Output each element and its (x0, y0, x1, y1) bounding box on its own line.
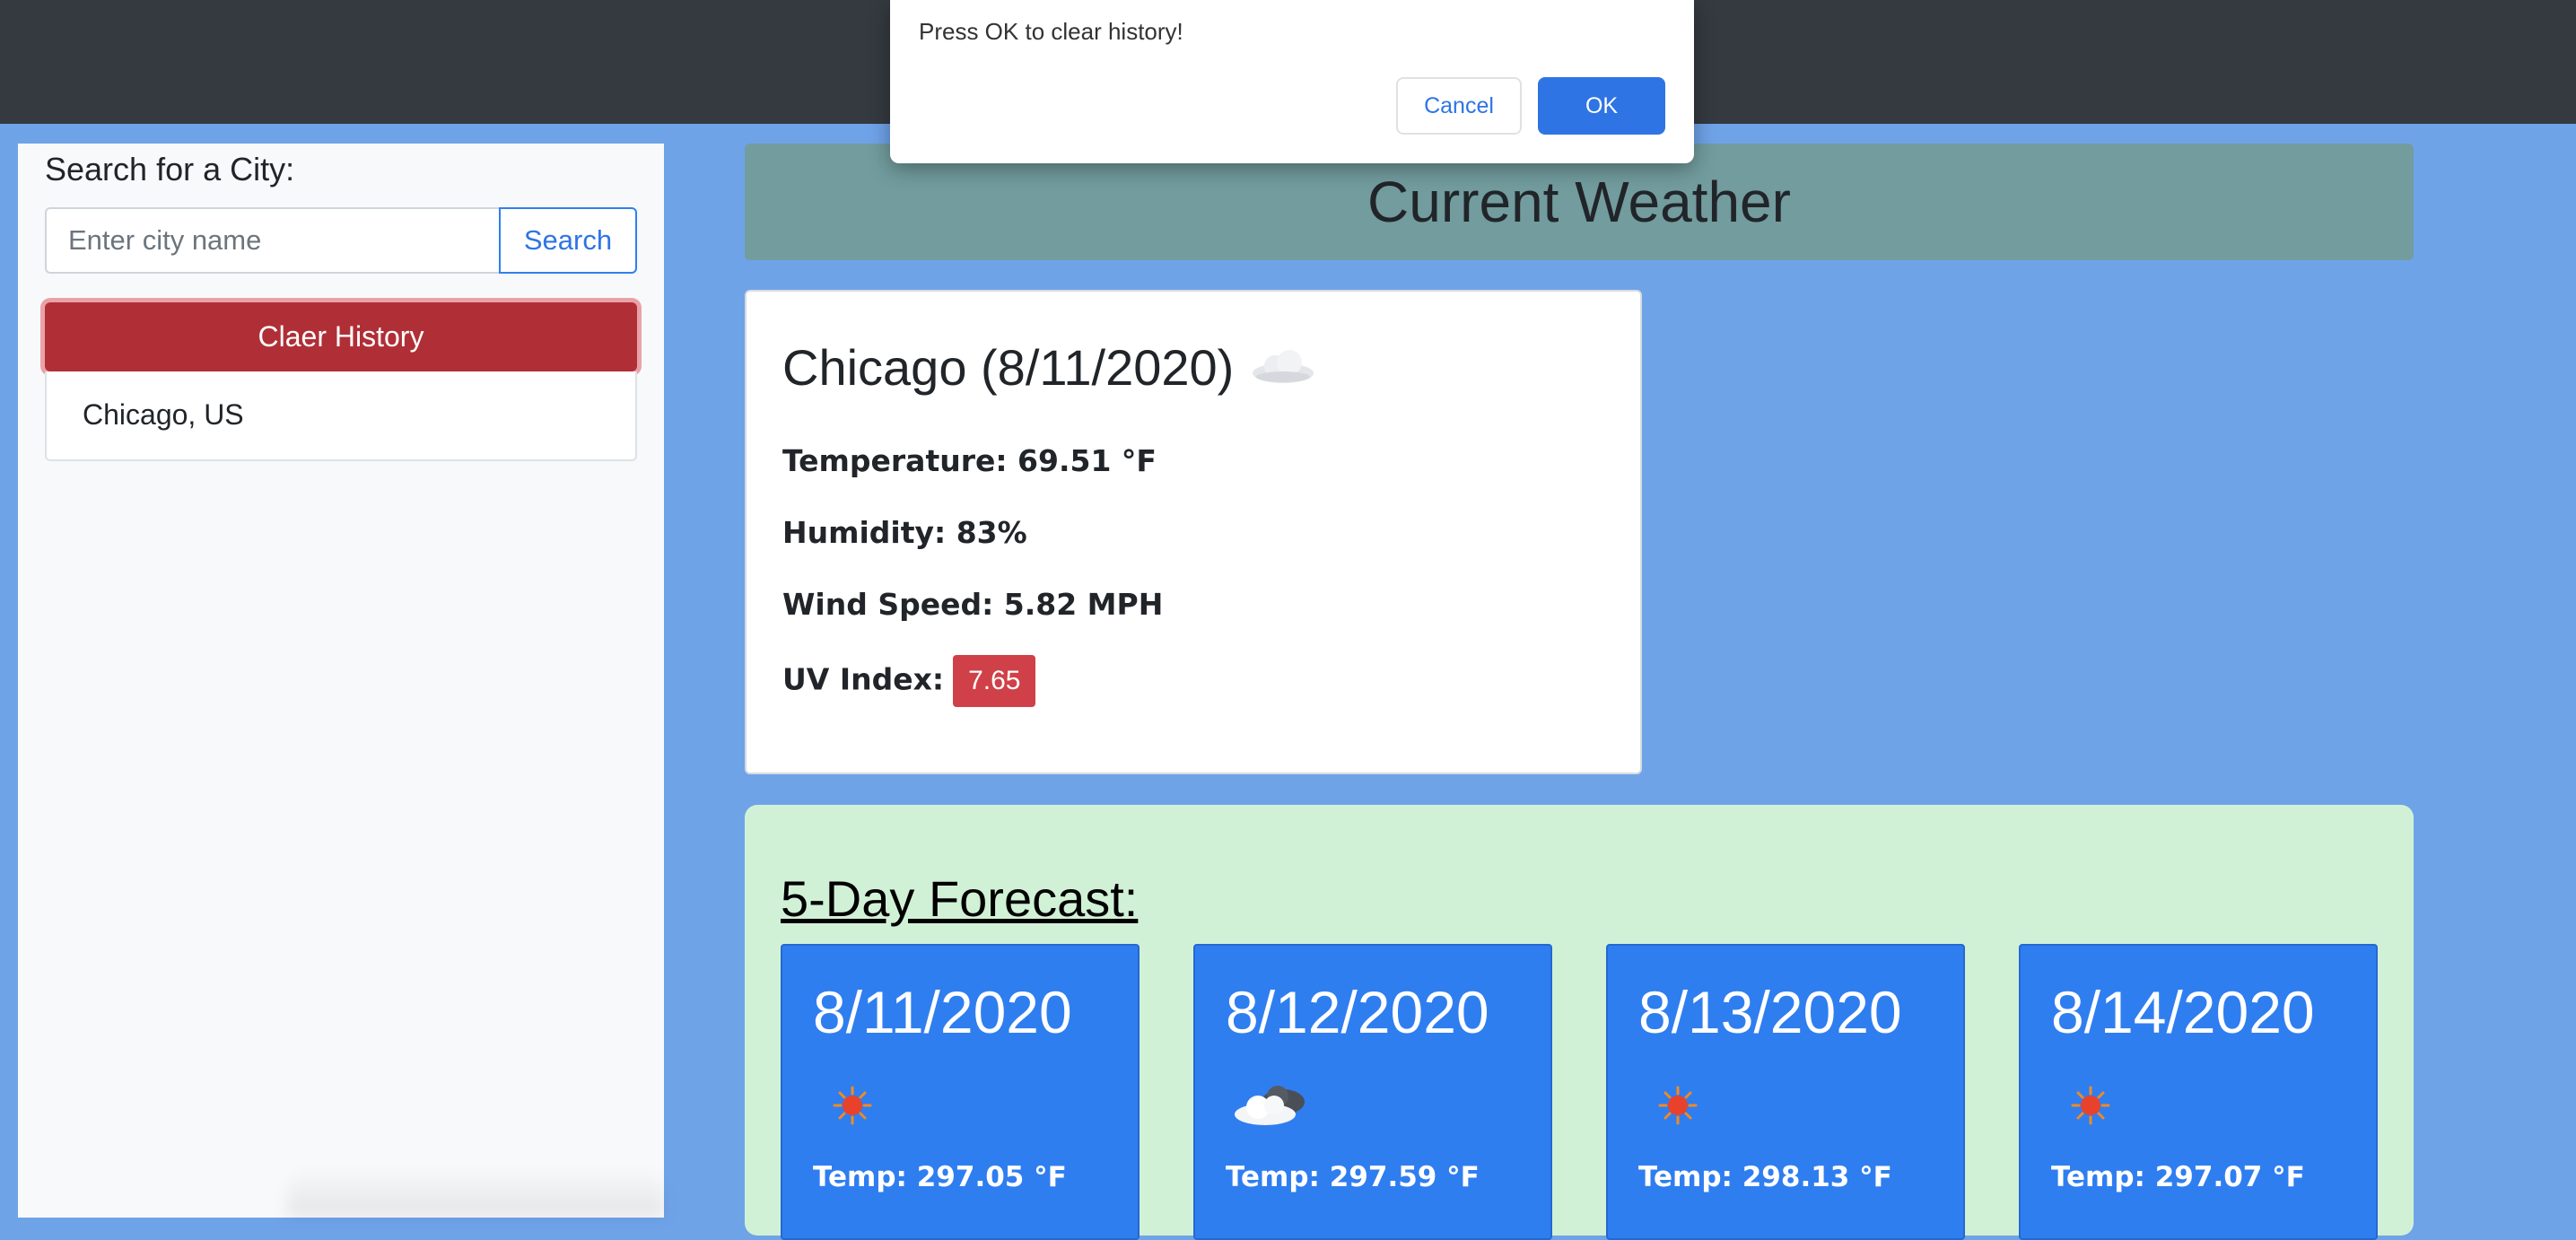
forecast-panel: 5-Day Forecast: 8/11/2020 Temp: 297.05 °… (745, 805, 2414, 1240)
humidity-text: Humidity: 83% (782, 515, 1027, 550)
confirm-dialog: Press OK to clear history! Cancel OK (890, 0, 1694, 163)
sun-icon (2071, 1086, 2110, 1125)
city-title-text: Chicago (8/11/2020) (782, 339, 1235, 396)
dialog-message: Press OK to clear history! (919, 18, 1183, 45)
forecast-date: 8/13/2020 (1638, 979, 1902, 1045)
search-title: Search for a City: (45, 151, 295, 188)
uv-index-label: UV Index: (782, 661, 945, 697)
cloudy-icon (1235, 1086, 1305, 1125)
forecast-card: 8/11/2020 Temp: 297.05 °F (781, 944, 1140, 1240)
forecast-date: 8/12/2020 (1226, 979, 1489, 1045)
uv-index-row: UV Index: 7.65 (782, 655, 1036, 707)
forecast-temp: Temp: 298.13 °F (1638, 1161, 1892, 1193)
forecast-card: 8/12/2020 Temp: 297.59 °F (1193, 944, 1552, 1240)
forecast-card: 8/14/2020 Temp: 297.07 °F (2019, 944, 2378, 1240)
sun-icon (1658, 1086, 1698, 1125)
cloud-icon (1253, 349, 1314, 383)
bottom-shadow (287, 1166, 664, 1218)
current-weather-card: Chicago (8/11/2020) Temperature: 69.51 °… (745, 290, 1642, 774)
forecast-date: 8/11/2020 (813, 979, 1072, 1045)
city-title: Chicago (8/11/2020) (782, 338, 1316, 397)
forecast-title: 5-Day Forecast: (781, 870, 1139, 927)
search-button[interactable]: Search (499, 207, 637, 274)
dialog-ok-button[interactable]: OK (1538, 77, 1665, 135)
search-sidebar: Search for a City: Search Claer History … (18, 144, 664, 1218)
uv-index-badge: 7.65 (953, 655, 1036, 707)
forecast-date: 8/14/2020 (2051, 979, 2315, 1045)
forecast-temp: Temp: 297.07 °F (2051, 1161, 2305, 1193)
clear-history-button[interactable]: Claer History (45, 302, 637, 371)
forecast-temp: Temp: 297.59 °F (1226, 1161, 1480, 1193)
forecast-card: 8/13/2020 Temp: 298.13 °F (1606, 944, 1965, 1240)
temperature-text: Temperature: 69.51 °F (782, 443, 1157, 478)
forecast-temp: Temp: 297.05 °F (813, 1161, 1067, 1193)
wind-speed-text: Wind Speed: 5.82 MPH (782, 587, 1164, 622)
history-list: Chicago, US (45, 371, 637, 461)
city-search-input[interactable] (45, 207, 499, 274)
sun-icon (833, 1086, 872, 1125)
history-item-chicago[interactable]: Chicago, US (83, 398, 244, 432)
dialog-cancel-button[interactable]: Cancel (1396, 77, 1522, 135)
